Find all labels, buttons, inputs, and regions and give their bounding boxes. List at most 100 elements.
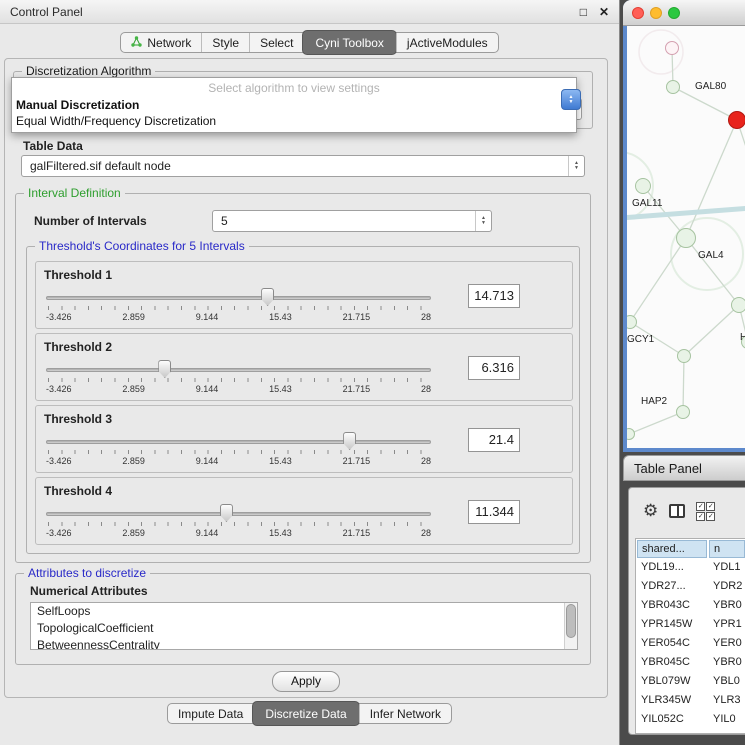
number-of-intervals-combo[interactable]: 5 (212, 210, 492, 232)
group-title: Attributes to discretize (24, 566, 150, 580)
table-row[interactable]: YBL079W YBL0 (636, 672, 745, 691)
column-header-shared-name[interactable]: shared... (637, 540, 707, 558)
cyni-toolbox-panel: Discretization Algorithm Select algorith… (4, 58, 608, 698)
slider-thumb[interactable] (343, 432, 356, 450)
combo-value: 5 (213, 214, 475, 228)
combo-stepper-icon[interactable] (568, 156, 584, 176)
attribute-item[interactable]: BetweennessCentrality (31, 637, 577, 650)
network-node-label: GAL11 (632, 198, 662, 209)
tab-label: Cyni Toolbox (315, 36, 383, 50)
table-row[interactable]: YLR345W YLR3 (636, 691, 745, 710)
scale-label: 15.43 (269, 528, 292, 538)
slider-scale: -3.426 2.859 9.144 15.43 21.715 28 (46, 384, 431, 394)
scale-label: 28 (421, 528, 431, 538)
network-node[interactable] (635, 178, 651, 194)
threshold-slider[interactable]: -3.426 2.859 9.144 15.43 21.715 28 (46, 286, 431, 326)
gear-icon[interactable]: ⚙ (643, 501, 658, 521)
threshold-box: Threshold 1 -3.426 2.859 9.144 15.43 21.… (35, 261, 573, 329)
column-checkboxes-icon[interactable] (696, 502, 715, 521)
cell-shared-name: YBR045C (636, 653, 708, 672)
dropdown-item-manual-discretization[interactable]: Manual Discretization (12, 97, 576, 113)
network-node[interactable] (676, 228, 696, 248)
slider-thumb[interactable] (220, 504, 233, 522)
table-row[interactable]: YBR045C YBR0 (636, 653, 745, 672)
table-panel-header[interactable]: Table Panel (623, 455, 745, 481)
slider-track[interactable] (46, 512, 431, 516)
network-window-titlebar[interactable] (623, 0, 745, 26)
minimize-window-icon[interactable] (650, 7, 662, 19)
network-edge (686, 120, 737, 238)
top-tab-segment: Network Style Select Cyni Toolbox jActiv… (120, 32, 498, 53)
slider-track[interactable] (46, 368, 431, 372)
network-canvas[interactable]: GAL80GAL11GAL4GCY1HHAP2 (627, 26, 745, 448)
threshold-box: Threshold 2 -3.426 2.859 9.144 15.43 21.… (35, 333, 573, 401)
threshold-value-field[interactable]: 11.344 (468, 500, 520, 524)
slider-track[interactable] (46, 296, 431, 300)
numerical-attributes-list: SelfLoops TopologicalCoefficient Between… (30, 602, 578, 650)
tab-jactivemodules[interactable]: jActiveModules (396, 33, 498, 52)
checkbox-icon[interactable] (696, 502, 705, 511)
tab-label: Impute Data (178, 707, 243, 721)
scrollbar-thumb[interactable] (566, 604, 576, 638)
combo-stepper-icon[interactable] (475, 211, 491, 231)
slider-track[interactable] (46, 440, 431, 444)
network-node[interactable] (676, 405, 690, 419)
column-header-name[interactable]: n (709, 540, 745, 558)
close-icon[interactable]: ✕ (599, 5, 609, 19)
network-edge (629, 412, 683, 434)
tab-discretize-data[interactable]: Discretize Data (252, 701, 359, 726)
table-row[interactable]: YER054C YER0 (636, 634, 745, 653)
float-window-icon[interactable]: □ (580, 5, 587, 19)
table-row[interactable]: YDR27... YDR2 (636, 577, 745, 596)
scale-label: 9.144 (196, 312, 219, 322)
network-edge (684, 305, 739, 356)
tab-infer-network[interactable]: Infer Network (359, 704, 451, 723)
threshold-value-field[interactable]: 14.713 (468, 284, 520, 308)
close-window-icon[interactable] (632, 7, 644, 19)
threshold-slider[interactable]: -3.426 2.859 9.144 15.43 21.715 28 (46, 430, 431, 470)
checkbox-icon[interactable] (706, 512, 715, 521)
tab-network[interactable]: Network (121, 33, 201, 52)
threshold-value-field[interactable]: 6.316 (468, 356, 520, 380)
tab-cyni-toolbox[interactable]: Cyni Toolbox (302, 30, 396, 55)
slider-thumb[interactable] (158, 360, 171, 378)
cell-name: YBR0 (708, 596, 745, 615)
list-scrollbar[interactable] (564, 603, 577, 649)
checkbox-icon[interactable] (696, 512, 705, 521)
checkbox-icon[interactable] (706, 502, 715, 511)
table-row[interactable]: YPR145W YPR1 (636, 615, 745, 634)
network-node[interactable] (728, 111, 745, 129)
threshold-slider[interactable]: -3.426 2.859 9.144 15.43 21.715 28 (46, 502, 431, 542)
algorithm-dropdown-popup: Select algorithm to view settings Manual… (11, 77, 577, 133)
number-of-intervals-label: Number of Intervals (34, 214, 147, 228)
threshold-slider[interactable]: -3.426 2.859 9.144 15.43 21.715 28 (46, 358, 431, 398)
attribute-item[interactable]: TopologicalCoefficient (31, 620, 577, 637)
table-row[interactable]: YDL19... YDL1 (636, 558, 745, 577)
table-data-combo[interactable]: galFiltered.sif default node (21, 155, 585, 177)
network-node-label: HAP2 (641, 396, 667, 407)
cell-shared-name: YDL19... (636, 558, 708, 577)
algorithm-combo-stepper-icon[interactable] (561, 89, 581, 110)
network-node[interactable] (666, 80, 680, 94)
tab-style[interactable]: Style (201, 33, 249, 52)
network-node[interactable] (665, 41, 679, 55)
table-row[interactable]: YIL052C YIL0 (636, 710, 745, 729)
apply-button[interactable]: Apply (272, 671, 340, 692)
network-node[interactable] (731, 297, 745, 313)
threshold-box: Threshold 4 -3.426 2.859 9.144 15.43 21.… (35, 477, 573, 545)
scale-label: 21.715 (343, 384, 371, 394)
attribute-item[interactable]: SelfLoops (31, 603, 577, 620)
traffic-lights (623, 0, 745, 19)
tab-select[interactable]: Select (249, 33, 303, 52)
table-row[interactable]: YBR043C YBR0 (636, 596, 745, 615)
cell-name: YBL0 (708, 672, 745, 691)
tab-impute-data[interactable]: Impute Data (168, 704, 253, 723)
zoom-window-icon[interactable] (668, 7, 680, 19)
threshold-value-field[interactable]: 21.4 (468, 428, 520, 452)
scale-label: -3.426 (46, 312, 72, 322)
slider-thumb[interactable] (261, 288, 274, 306)
network-node[interactable] (677, 349, 691, 363)
cell-name: YDL1 (708, 558, 745, 577)
dropdown-item-equal-width-frequency[interactable]: Equal Width/Frequency Discretization (12, 113, 576, 129)
columns-icon[interactable] (669, 504, 685, 518)
